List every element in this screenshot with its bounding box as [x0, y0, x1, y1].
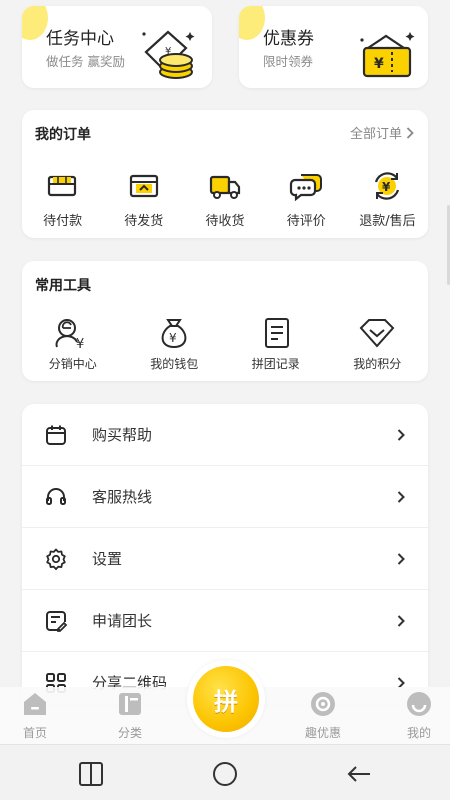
calendar-icon	[46, 425, 66, 445]
order-status-label: 待发货	[124, 214, 164, 229]
view-all-orders-link[interactable]: 全部订单	[350, 123, 414, 142]
coupon-title: 优惠券	[263, 29, 314, 49]
group-buy-center-button[interactable]: 拼	[187, 660, 265, 738]
tab-category[interactable]: 分类	[95, 687, 165, 741]
group-buy-label: 拼	[214, 687, 238, 716]
chevron-right-icon	[406, 126, 414, 139]
menu-item-purchase-help[interactable]: 购买帮助	[22, 404, 428, 466]
svg-text:¥: ¥	[374, 56, 384, 72]
tool-distribution-center[interactable]: ¥ 分销中心	[22, 315, 124, 372]
menu-item-service-hotline[interactable]: 客服热线	[22, 466, 428, 528]
order-pending-review[interactable]: 待评价	[266, 168, 347, 229]
menu-item-label: 购买帮助	[92, 426, 153, 444]
document-icon	[264, 318, 289, 348]
menu-item-apply-leader[interactable]: 申请团长	[22, 590, 428, 652]
menu-item-label: 设置	[92, 550, 123, 568]
svg-text:¥: ¥	[169, 331, 177, 345]
wallet-icon	[47, 175, 76, 197]
home-icon	[24, 693, 46, 715]
order-pending-payment[interactable]: 待付款	[22, 168, 103, 229]
chevron-right-icon	[397, 428, 405, 441]
edit-icon	[46, 610, 68, 632]
category-icon	[119, 693, 141, 715]
coupon-card[interactable]: 优惠券 限时领券 ¥	[239, 6, 428, 88]
order-status-label: 待付款	[43, 214, 83, 229]
tool-group-records[interactable]: 拼团记录	[225, 315, 327, 372]
task-center-card[interactable]: 任务中心 做任务 赢奖励 ¥	[22, 6, 212, 88]
tool-label: 分销中心	[48, 357, 97, 371]
chevron-right-icon	[397, 490, 405, 503]
tool-label: 拼团记录	[251, 357, 300, 371]
decor-blob	[22, 6, 48, 40]
orders-title: 我的订单	[35, 127, 91, 143]
tab-mine[interactable]: 我的	[384, 687, 450, 741]
tool-label: 我的积分	[353, 357, 402, 371]
chat-bubble-icon	[290, 174, 323, 201]
order-pending-shipment[interactable]: 待发货	[103, 168, 184, 229]
chevron-right-icon	[397, 552, 405, 565]
chevron-right-icon	[397, 614, 405, 627]
gear-icon	[46, 548, 66, 570]
svg-text:¥: ¥	[76, 337, 84, 350]
tools-title: 常用工具	[35, 278, 91, 294]
tools-card: 常用工具 ¥ 分销中心 ¥ 我的钱包 拼团记录 我的积分	[22, 261, 428, 381]
tab-label: 分类	[117, 726, 142, 740]
tab-label: 我的	[406, 726, 431, 740]
tab-home[interactable]: 首页	[0, 687, 70, 741]
system-nav-bar	[0, 744, 450, 800]
order-status-label: 退款/售后	[359, 214, 416, 229]
order-pending-receipt[interactable]: 待收货	[184, 168, 265, 229]
menu-item-label: 申请团长	[92, 612, 153, 630]
svg-text:¥: ¥	[382, 180, 391, 194]
recent-apps-icon[interactable]	[78, 761, 104, 787]
box-ship-icon	[129, 174, 158, 198]
money-bag-icon: ¥	[161, 319, 187, 349]
diamond-icon	[359, 319, 395, 348]
home-circle-icon[interactable]	[212, 761, 238, 787]
tab-label: 首页	[22, 726, 47, 740]
order-status-label: 待评价	[286, 214, 326, 229]
coupon-icon: ¥	[360, 32, 415, 78]
truck-icon	[209, 175, 241, 199]
tab-deals[interactable]: 趣优惠	[288, 687, 358, 741]
orders-card: 我的订单 全部订单 待付款 待发货 待收货 待评价 ¥ 退款/售后	[22, 110, 428, 238]
tool-my-wallet[interactable]: ¥ 我的钱包	[124, 315, 226, 372]
order-refund-aftersale[interactable]: ¥ 退款/售后	[347, 168, 428, 229]
decor-blob	[239, 6, 265, 40]
coins-ticket-icon: ¥	[142, 30, 195, 79]
view-all-orders-label: 全部订单	[349, 127, 402, 142]
menu-item-settings[interactable]: 设置	[22, 528, 428, 590]
headset-icon	[46, 487, 66, 505]
profile-icon	[407, 692, 431, 716]
tool-my-points[interactable]: 我的积分	[327, 315, 429, 372]
settings-menu-card: 购买帮助 客服热线 设置 申请团长 分享二维码	[22, 404, 428, 704]
distribution-icon: ¥	[55, 319, 84, 350]
task-center-subtitle: 做任务 赢奖励	[46, 54, 125, 69]
menu-item-label: 客服热线	[92, 488, 153, 506]
coupon-subtitle: 限时领券	[263, 54, 314, 69]
refund-icon: ¥	[375, 172, 400, 200]
back-arrow-icon[interactable]	[346, 761, 372, 787]
tool-label: 我的钱包	[150, 357, 199, 371]
tab-label: 趣优惠	[304, 726, 341, 740]
group-buy-coin-icon: 拼	[193, 666, 259, 732]
task-center-title: 任务中心	[46, 29, 114, 49]
order-status-label: 待收货	[205, 214, 245, 229]
deals-icon	[311, 692, 335, 716]
